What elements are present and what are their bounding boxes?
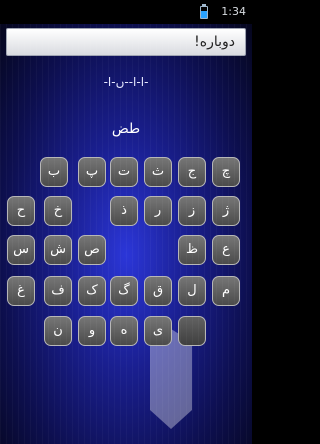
letter-key[interactable]: ژ: [212, 196, 240, 226]
letter-key[interactable]: ح: [7, 196, 35, 226]
letter-key[interactable]: ف: [44, 276, 72, 306]
letter-key[interactable]: ر: [144, 196, 172, 226]
letter-key[interactable]: ث: [144, 157, 172, 187]
letter-key[interactable]: ن: [44, 316, 72, 346]
letter-key[interactable]: ب: [40, 157, 68, 187]
battery-icon: [200, 4, 208, 19]
letter-key[interactable]: ش: [44, 235, 72, 265]
letter-key[interactable]: ق: [144, 276, 172, 306]
letter-key[interactable]: ز: [178, 196, 206, 226]
letter-key[interactable]: ی: [144, 316, 172, 346]
status-bar: 1:34: [0, 0, 252, 24]
word-hint: -ا-ا--ں-ا-: [103, 75, 149, 89]
letter-key[interactable]: ک: [78, 276, 106, 306]
letter-key[interactable]: چ: [212, 157, 240, 187]
title-bar: دوباره!: [6, 28, 246, 56]
letter-key[interactable]: ج: [178, 157, 206, 187]
letter-key[interactable]: ت: [110, 157, 138, 187]
letter-key[interactable]: پ: [78, 157, 106, 187]
letter-key[interactable]: ل: [178, 276, 206, 306]
letter-key[interactable]: س: [7, 235, 35, 265]
letter-key[interactable]: م: [212, 276, 240, 306]
guessed-letters: طض: [111, 121, 141, 137]
letter-key[interactable]: گ: [110, 276, 138, 306]
game-screen: دوباره! -ا-ا--ں-ا- طض ب پ ت ث ج چ ح خ ذ …: [0, 24, 252, 444]
letter-key[interactable]: ظ: [178, 235, 206, 265]
letter-key[interactable]: غ: [7, 276, 35, 306]
letter-key[interactable]: ذ: [110, 196, 138, 226]
page-title: دوباره!: [194, 34, 235, 50]
letter-key[interactable]: و: [78, 316, 106, 346]
letter-key[interactable]: ص: [78, 235, 106, 265]
letter-key[interactable]: ه: [110, 316, 138, 346]
status-clock: 1:34: [221, 5, 246, 18]
letter-key[interactable]: خ: [44, 196, 72, 226]
letter-key[interactable]: ع: [212, 235, 240, 265]
blank-key[interactable]: [178, 316, 206, 346]
